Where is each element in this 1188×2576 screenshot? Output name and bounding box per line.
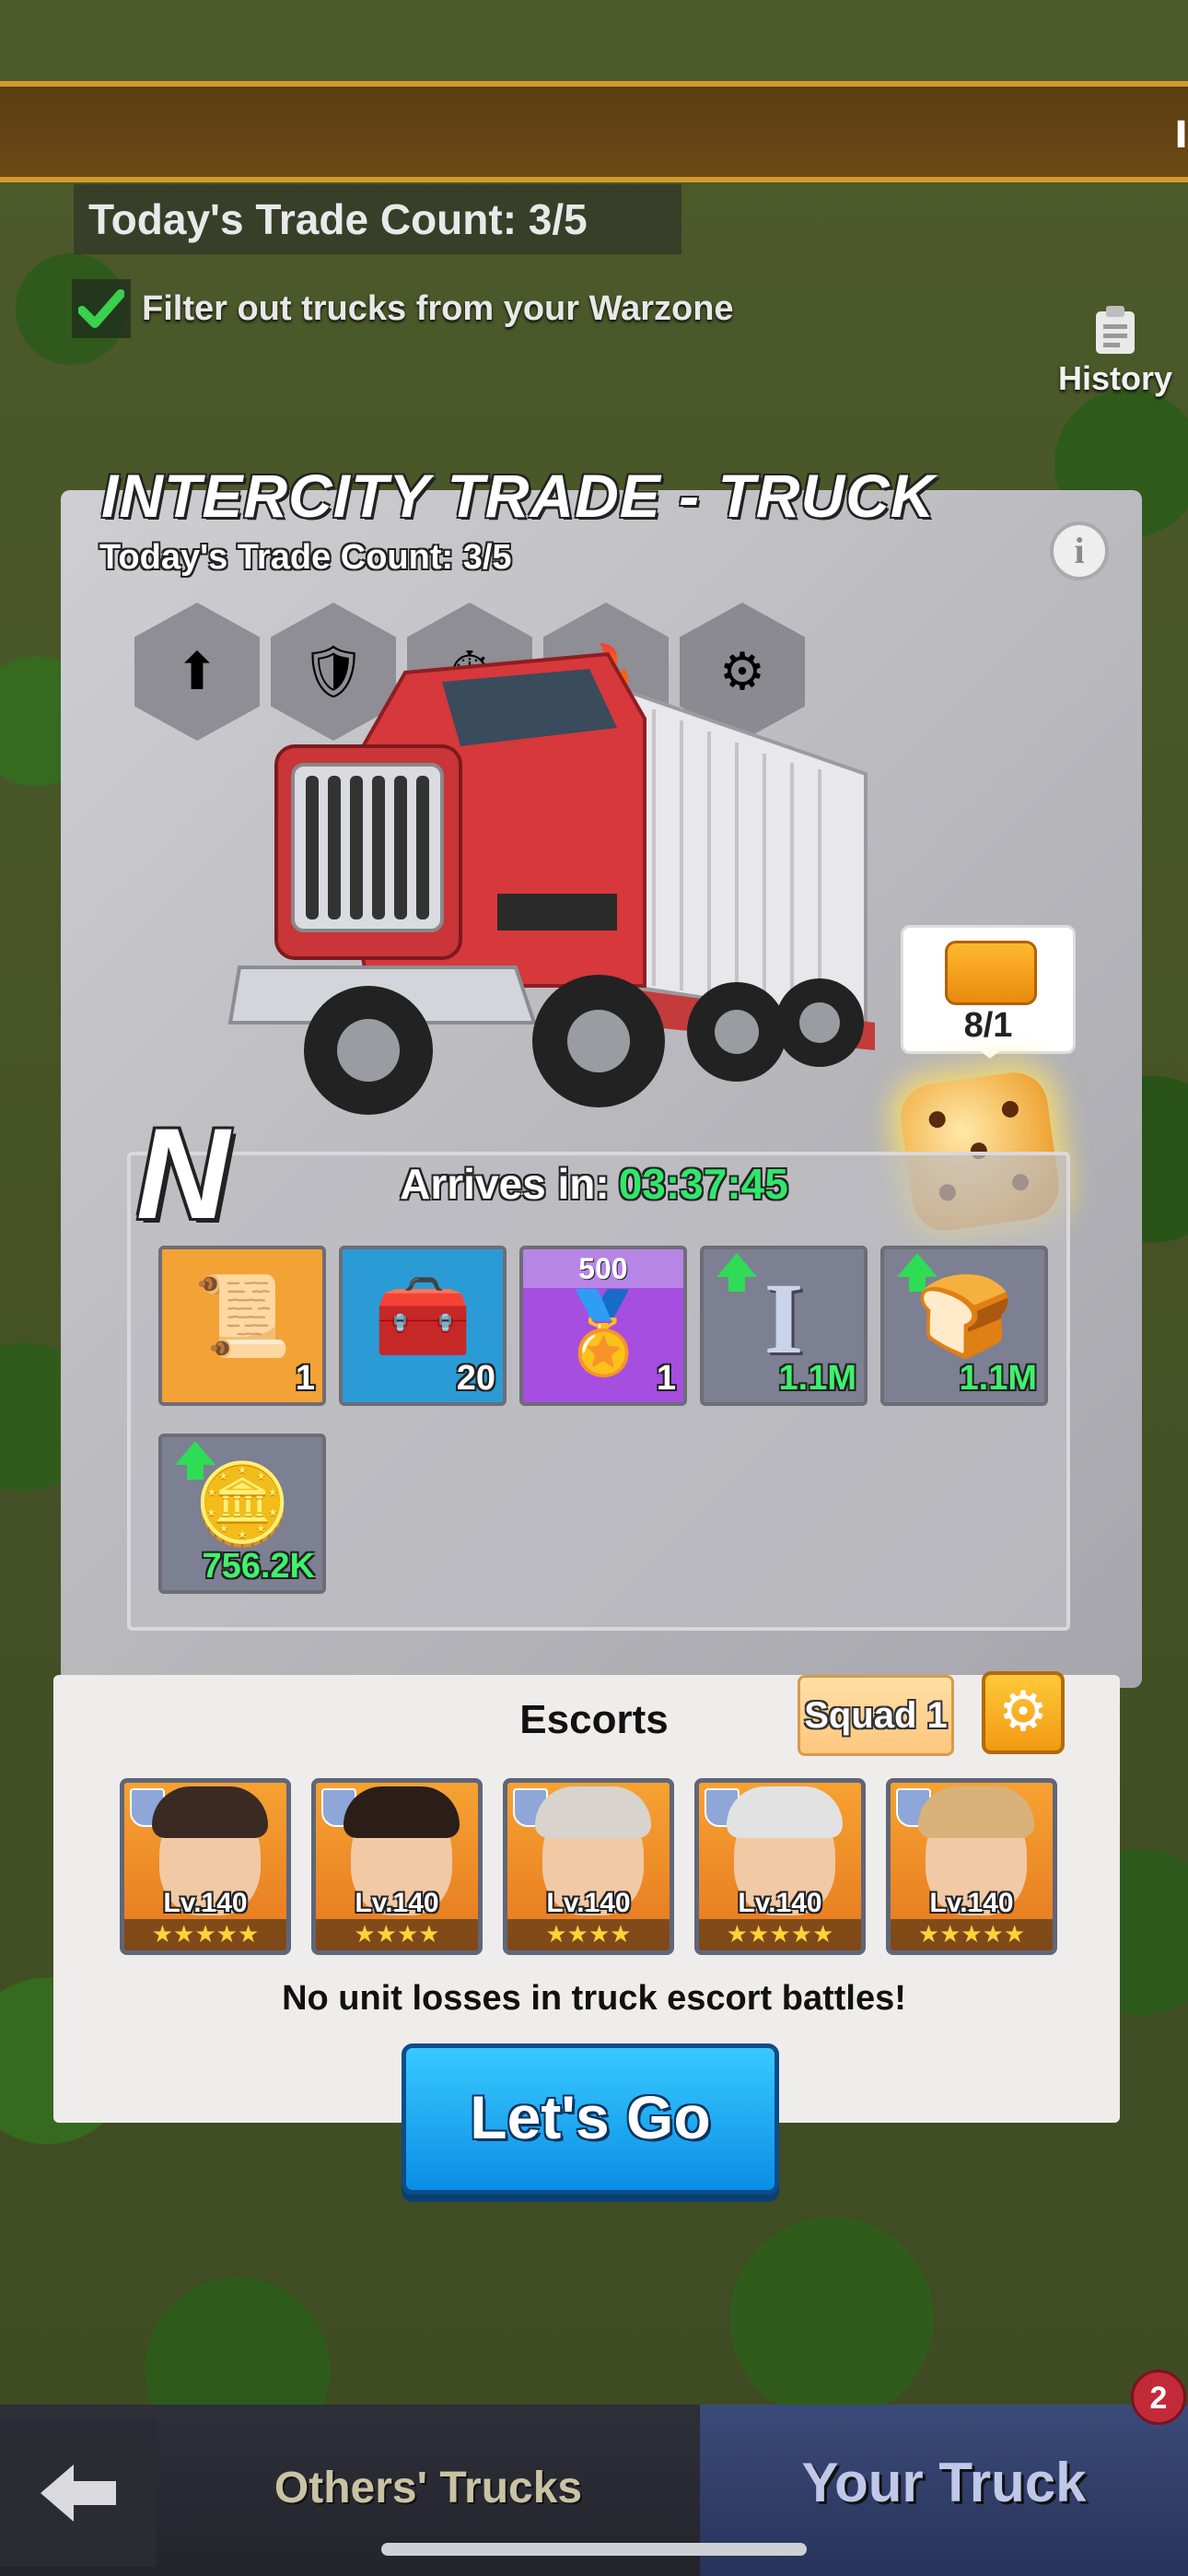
arrives-label: Arrives in: <box>400 1160 610 1208</box>
hero-hair <box>535 1786 651 1838</box>
reward-item[interactable]: 📜 1 <box>158 1246 326 1406</box>
notification-badge: 2 <box>1131 2370 1186 2425</box>
banner-edge-text: I <box>1174 114 1188 157</box>
reward-amount: 1 <box>295 1359 315 1398</box>
arrival-timer: Arrives in: 03:37:45 <box>0 1159 1188 1209</box>
home-indicator[interactable] <box>381 2543 807 2556</box>
lets-go-button[interactable]: Let's Go <box>402 2043 779 2195</box>
hero-level: Lv.140 <box>546 1888 631 1918</box>
reward-item[interactable]: 🧰 20 <box>339 1246 507 1406</box>
gear-icon[interactable]: ⚙ <box>982 1671 1065 1754</box>
escort-note: No unit losses in truck escort battles! <box>282 1979 906 2018</box>
reward-amount: 1 <box>656 1359 676 1398</box>
arrives-time: 03:37:45 <box>618 1160 788 1208</box>
hero-level: Lv.140 <box>738 1888 822 1918</box>
top-banner: I <box>0 81 1188 182</box>
info-icon[interactable]: i <box>1050 521 1109 580</box>
escort-hero[interactable]: Lv.140 ★★★★★ <box>694 1778 866 1955</box>
reward-amount: 1.1M <box>778 1359 856 1398</box>
reward-item[interactable]: 🍞 1.1M <box>880 1246 1048 1406</box>
history-label: History <box>1057 359 1173 397</box>
escort-hero[interactable]: Lv.140 ★★★★★ <box>120 1778 291 1955</box>
filter-label: Filter out trucks from your Warzone <box>142 288 734 328</box>
reward-amount: 20 <box>456 1359 495 1398</box>
bread-icon: 🍞 <box>914 1270 1014 1363</box>
back-arrow-icon <box>41 2465 116 2522</box>
tooltip-count: 8/1 <box>963 1006 1013 1045</box>
truck-ticket-icon <box>945 941 1037 1005</box>
hero-hair <box>344 1786 460 1838</box>
squad-selector[interactable]: Squad 1 <box>798 1675 954 1756</box>
truck-image <box>221 636 884 1152</box>
back-button[interactable] <box>0 2419 157 2567</box>
checkmark-icon <box>78 289 124 328</box>
panel-title: INTERCITY TRADE - TRUCK <box>101 462 936 530</box>
hero-level: Lv.140 <box>163 1888 248 1918</box>
hero-stars: ★★★★ <box>316 1919 478 1950</box>
panel-trade-count: Today's Trade Count: 3/5 <box>99 538 512 577</box>
filter-row[interactable]: Filter out trucks from your Warzone <box>72 276 734 341</box>
contract-scroll-icon: 📜 <box>192 1270 292 1363</box>
escort-hero[interactable]: Lv.140 ★★★★ <box>503 1778 674 1955</box>
clipboard-icon <box>1096 306 1135 354</box>
trade-count-header: Today's Trade Count: 3/5 <box>74 184 681 254</box>
reward-amount: 756.2K <box>202 1547 315 1586</box>
hero-level: Lv.140 <box>355 1888 439 1918</box>
reward-item[interactable]: 🪙 756.2K <box>158 1434 326 1594</box>
hero-stars: ★★★★★ <box>891 1919 1053 1950</box>
hero-hair <box>727 1786 843 1838</box>
reward-amount: 1.1M <box>959 1359 1037 1398</box>
reward-item[interactable]: 500 🏅 1 <box>519 1246 687 1406</box>
hero-stars: ★★★★★ <box>124 1919 286 1950</box>
dice-reward-tooltip: 8/1 <box>901 925 1076 1059</box>
hero-stars: ★★★★★ <box>699 1919 861 1950</box>
hero-level: Lv.140 <box>929 1888 1014 1918</box>
hero-stars: ★★★★ <box>507 1919 670 1950</box>
filter-checkbox[interactable] <box>72 279 131 338</box>
gold-coin-icon: 🪙 <box>192 1458 292 1551</box>
hero-hair <box>152 1786 268 1838</box>
escort-hero[interactable]: Lv.140 ★★★★★ <box>886 1778 1057 1955</box>
reward-item[interactable]: I 1.1M <box>700 1246 868 1406</box>
escort-hero[interactable]: Lv.140 ★★★★ <box>311 1778 483 1955</box>
hero-hair <box>918 1786 1034 1838</box>
reward-top-label: 500 <box>523 1249 683 1288</box>
supply-chest-icon: 🧰 <box>373 1270 472 1363</box>
history-button[interactable]: History <box>1046 304 1184 397</box>
